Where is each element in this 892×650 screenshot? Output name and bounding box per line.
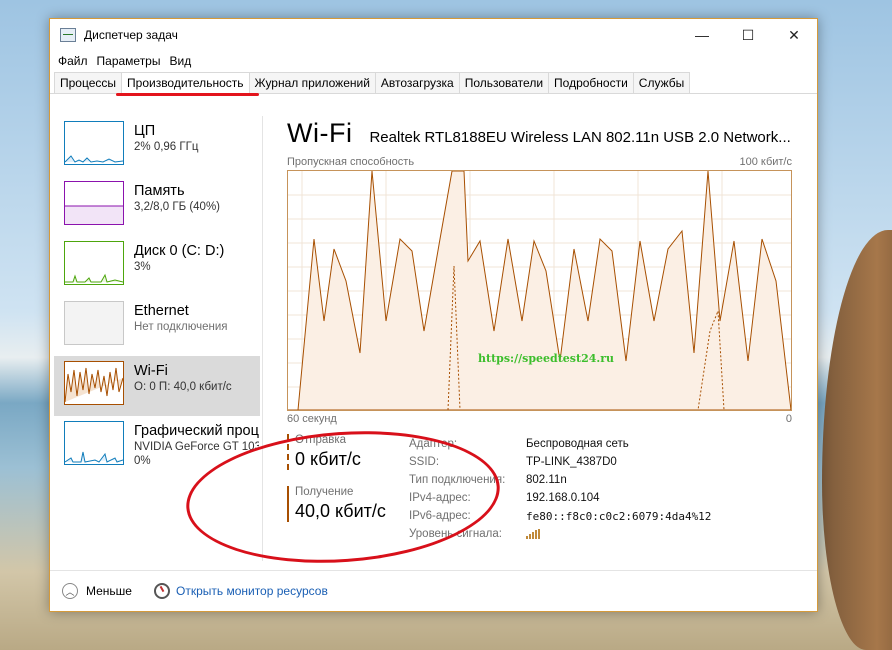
signal-bars-icon	[526, 529, 540, 539]
info-val: 192.168.0.104	[526, 492, 600, 504]
sidebar-wifi-sub: О: 0 П: 40,0 кбит/с	[134, 381, 232, 393]
info-val: TP-LINK_4387D0	[526, 456, 617, 468]
tab-services[interactable]: Службы	[632, 72, 691, 93]
menu-view[interactable]: Вид	[169, 54, 191, 68]
fewer-details-button[interactable]: Меньше	[86, 584, 132, 598]
sidebar-ethernet-title: Ethernet	[134, 303, 189, 319]
resource-sidebar: ЦП 2% 0,96 ГГц Память 3,2/8,0 ГБ (40%) Д…	[54, 116, 260, 476]
sidebar-disk-sub: 3%	[134, 261, 151, 273]
tab-users[interactable]: Пользователи	[458, 72, 550, 93]
info-val: 802.11n	[526, 474, 567, 486]
task-manager-icon	[60, 28, 76, 42]
maximize-icon[interactable]: ☐	[725, 19, 771, 51]
sidebar-gpu-title: Графический процессор	[134, 423, 259, 439]
throughput-graph-svg	[288, 171, 791, 410]
tab-strip: Процессы Производительность Журнал прило…	[50, 71, 817, 96]
tab-performance[interactable]: Производительность	[121, 72, 250, 94]
minimize-icon[interactable]: —	[679, 19, 725, 51]
menu-file[interactable]: Файл	[58, 54, 88, 68]
page-title: Wi-Fi	[287, 118, 353, 148]
sidebar-cpu-title: ЦП	[134, 123, 156, 139]
menubar: Файл Параметры Вид	[50, 51, 817, 71]
graph-max-label: 100 кбит/с	[739, 156, 792, 168]
axis-right-label: 0	[785, 413, 792, 425]
graph-caption: Пропускная способность	[287, 156, 415, 168]
resource-monitor-icon	[153, 583, 170, 599]
info-val: fe80::f8c0:c0c2:6079:4da4%12	[526, 509, 712, 523]
menu-options[interactable]: Параметры	[97, 54, 161, 68]
sidebar-wifi-title: Wi-Fi	[134, 363, 168, 379]
tab-details[interactable]: Подробности	[548, 72, 634, 93]
sidebar-cpu-sub: 2% 0,96 ГГц	[134, 141, 199, 153]
sidebar-ethernet-sub: Нет подключения	[134, 321, 228, 333]
ethernet-thumbnail	[64, 301, 124, 345]
sidebar-item-cpu[interactable]: ЦП 2% 0,96 ГГц	[54, 116, 260, 176]
open-resource-monitor-link[interactable]: Открыть монитор ресурсов	[176, 584, 328, 598]
gpu-thumbnail	[64, 421, 124, 465]
tab-app-history[interactable]: Журнал приложений	[248, 72, 376, 93]
sidebar-memory-title: Память	[134, 183, 185, 199]
wifi-thumbnail	[64, 361, 124, 405]
info-val: Беспроводная сеть	[526, 438, 629, 450]
sidebar-disk-title: Диск 0 (C: D:)	[134, 243, 225, 259]
sidebar-memory-sub: 3,2/8,0 ГБ (40%)	[134, 201, 221, 213]
sidebar-item-wifi[interactable]: Wi-Fi О: 0 П: 40,0 кбит/с	[54, 356, 260, 416]
chevron-up-icon[interactable]: ︿	[62, 583, 78, 599]
disk-thumbnail	[64, 241, 124, 285]
sidebar-item-disk[interactable]: Диск 0 (C: D:) 3%	[54, 236, 260, 296]
tab-startup[interactable]: Автозагрузка	[374, 72, 460, 93]
sidebar-item-memory[interactable]: Память 3,2/8,0 ГБ (40%)	[54, 176, 260, 236]
axis-left-label: 60 секунд	[287, 413, 337, 425]
sidebar-gpu-sub: NVIDIA GeForce GT 1030	[134, 441, 259, 453]
close-icon[interactable]: ✕	[771, 19, 817, 51]
footer: ︿ Меньше Открыть монитор ресурсов	[50, 570, 817, 611]
sidebar-item-ethernet[interactable]: Ethernet Нет подключения	[54, 296, 260, 356]
memory-thumbnail	[64, 181, 124, 225]
cpu-thumbnail	[64, 121, 124, 165]
background-rock	[822, 230, 892, 650]
window-title: Диспетчер задач	[84, 28, 178, 42]
throughput-graph: https://speedtest24.ru	[287, 170, 792, 411]
watermark-text: https://speedtest24.ru	[478, 352, 614, 365]
adapter-name: Realtek RTL8188EU Wireless LAN 802.11n U…	[369, 129, 791, 146]
tab-processes[interactable]: Процессы	[54, 72, 123, 93]
titlebar: Диспетчер задач — ☐ ✕	[50, 19, 817, 51]
